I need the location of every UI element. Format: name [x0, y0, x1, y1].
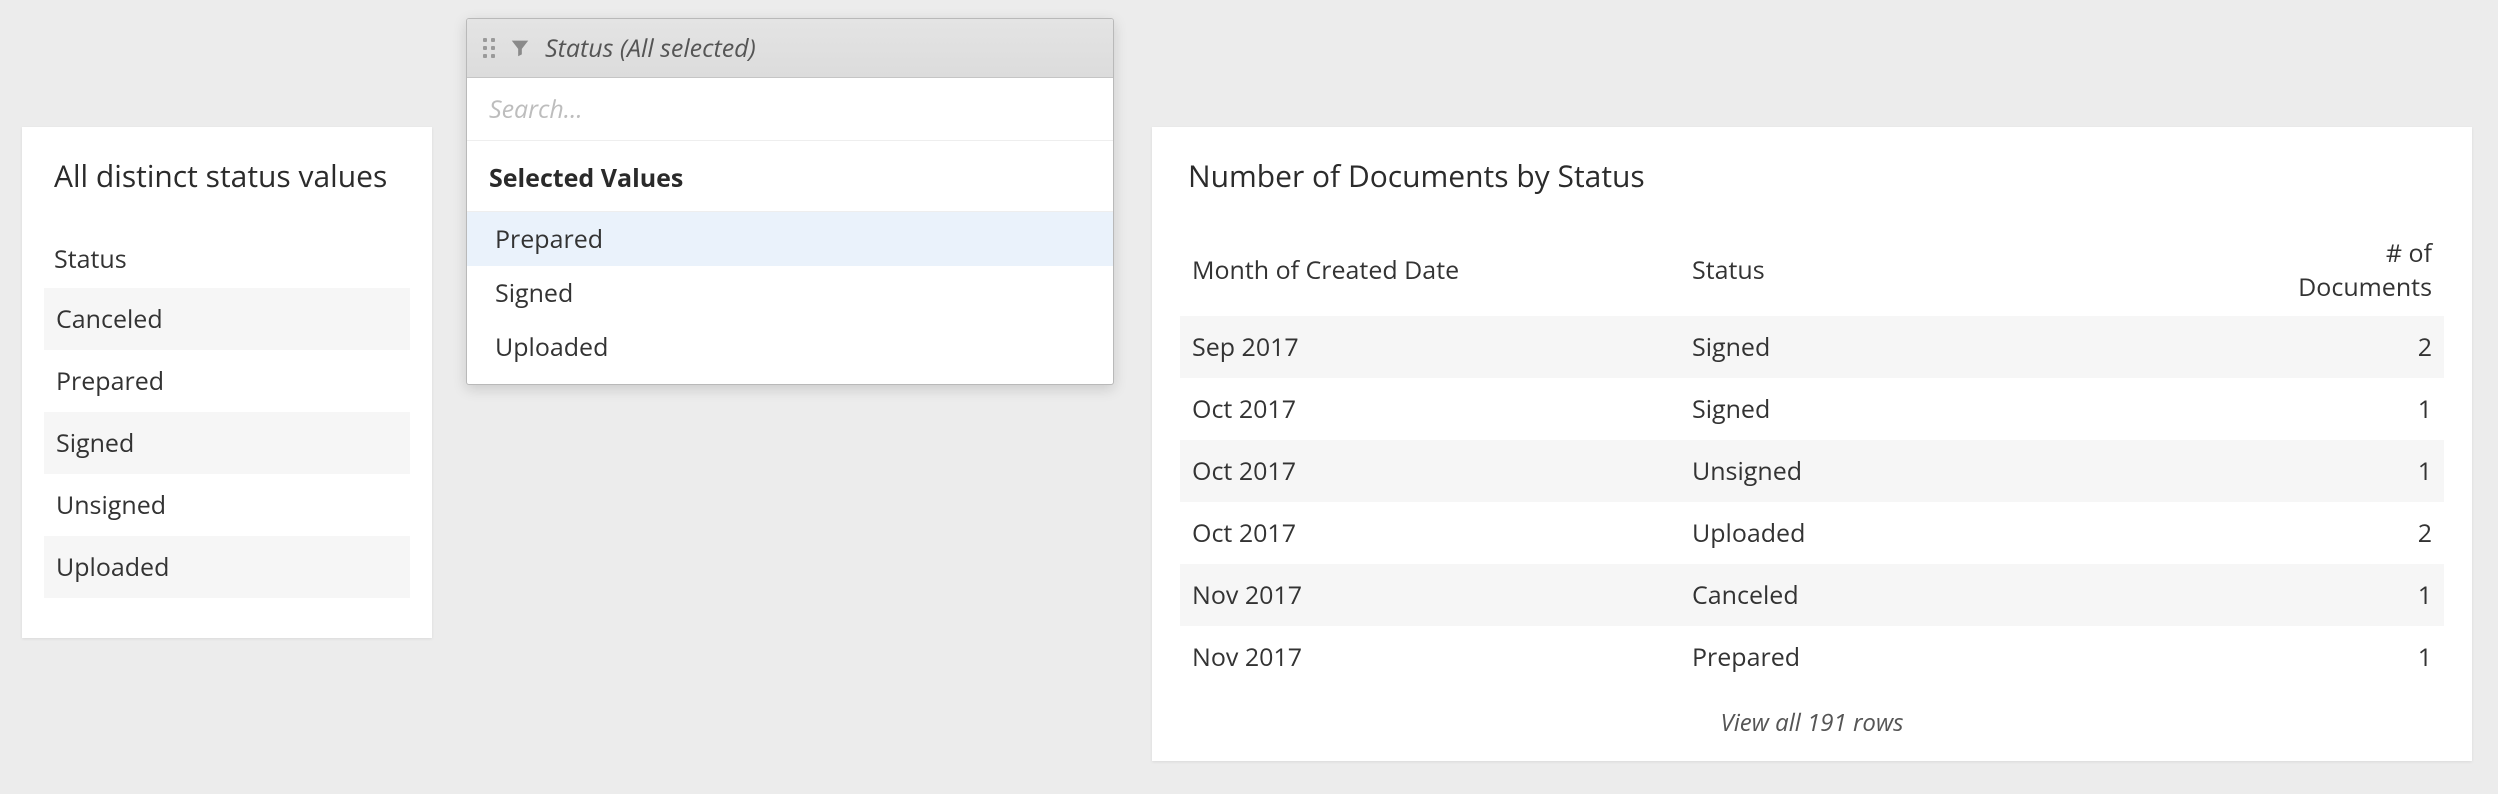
- table-header-row: Month of Created Date Status # of Docume…: [1180, 236, 2444, 316]
- filter-option[interactable]: Signed: [467, 266, 1113, 320]
- list-item[interactable]: Unsigned: [44, 474, 410, 536]
- cell-count: 2: [2252, 516, 2432, 550]
- filter-header-label: Status (All selected): [545, 31, 756, 65]
- col-header-count[interactable]: # of Documents: [2252, 236, 2432, 304]
- cell-count: 2: [2252, 330, 2432, 364]
- list-header-status: Status: [44, 242, 410, 288]
- filter-header[interactable]: Status (All selected): [467, 19, 1113, 78]
- filter-search-input[interactable]: [489, 92, 1091, 126]
- list-item[interactable]: Uploaded: [44, 536, 410, 598]
- status-list: Canceled Prepared Signed Unsigned Upload…: [44, 288, 410, 598]
- filter-options: Prepared Signed Uploaded: [467, 212, 1113, 384]
- filter-search-wrap: [467, 78, 1113, 141]
- cell-count: 1: [2252, 578, 2432, 612]
- cell-month: Sep 2017: [1192, 330, 1692, 364]
- table-row[interactable]: Oct 2017 Unsigned 1: [1180, 440, 2444, 502]
- status-filter-popover: Status (All selected) Selected Values Pr…: [466, 18, 1114, 385]
- table-row[interactable]: Nov 2017 Canceled 1: [1180, 564, 2444, 626]
- cell-count: 1: [2252, 640, 2432, 674]
- filter-option[interactable]: Prepared: [467, 212, 1113, 266]
- cell-status: Unsigned: [1692, 454, 2252, 488]
- cell-month: Oct 2017: [1192, 516, 1692, 550]
- panel-title: Number of Documents by Status: [1180, 155, 2444, 196]
- table-row[interactable]: Oct 2017 Signed 1: [1180, 378, 2444, 440]
- cell-month: Oct 2017: [1192, 392, 1692, 426]
- table-row[interactable]: Nov 2017 Prepared 1: [1180, 626, 2444, 688]
- drag-handle-icon[interactable]: [483, 38, 495, 58]
- cell-count: 1: [2252, 392, 2432, 426]
- filter-option[interactable]: Uploaded: [467, 320, 1113, 374]
- view-all-rows-link[interactable]: View all 191 rows: [1180, 688, 2444, 739]
- selected-values-heading: Selected Values: [467, 141, 1113, 212]
- table-row[interactable]: Oct 2017 Uploaded 2: [1180, 502, 2444, 564]
- col-header-status[interactable]: Status: [1692, 253, 2252, 287]
- col-header-month[interactable]: Month of Created Date: [1192, 253, 1692, 287]
- table-row[interactable]: Sep 2017 Signed 2: [1180, 316, 2444, 378]
- cell-status: Signed: [1692, 392, 2252, 426]
- cell-month: Nov 2017: [1192, 640, 1692, 674]
- cell-month: Oct 2017: [1192, 454, 1692, 488]
- list-item[interactable]: Prepared: [44, 350, 410, 412]
- list-item[interactable]: Canceled: [44, 288, 410, 350]
- cell-status: Canceled: [1692, 578, 2252, 612]
- panel-title: All distinct status values: [44, 155, 410, 196]
- list-item[interactable]: Signed: [44, 412, 410, 474]
- distinct-values-panel: All distinct status values Status Cancel…: [22, 127, 432, 638]
- cell-count: 1: [2252, 454, 2432, 488]
- documents-table: Month of Created Date Status # of Docume…: [1180, 236, 2444, 688]
- cell-status: Signed: [1692, 330, 2252, 364]
- funnel-icon: [509, 37, 531, 59]
- cell-month: Nov 2017: [1192, 578, 1692, 612]
- documents-by-status-panel: Number of Documents by Status Month of C…: [1152, 127, 2472, 761]
- cell-status: Prepared: [1692, 640, 2252, 674]
- cell-status: Uploaded: [1692, 516, 2252, 550]
